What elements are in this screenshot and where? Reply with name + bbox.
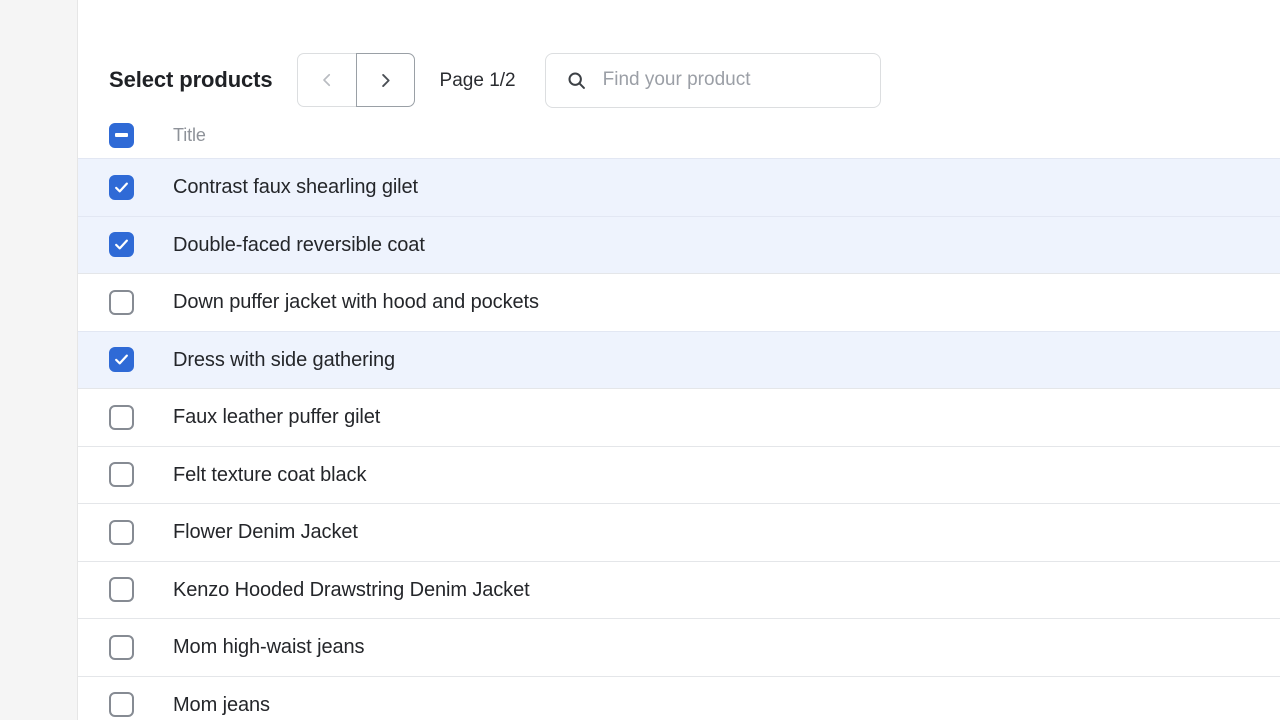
row-checkbox[interactable]: [109, 577, 134, 603]
row-checkbox-cell: [109, 404, 173, 430]
row-checkbox-cell: [109, 289, 173, 315]
minus-icon: [115, 133, 128, 137]
row-title: Flower Denim Jacket: [173, 521, 358, 544]
table-row[interactable]: Down puffer jacket with hood and pockets: [78, 273, 1280, 331]
row-checkbox[interactable]: [109, 519, 134, 545]
row-checkbox-cell: [109, 577, 173, 603]
row-checkbox-cell: [109, 347, 173, 373]
row-checkbox[interactable]: [109, 174, 134, 200]
row-title: Kenzo Hooded Drawstring Denim Jacket: [173, 578, 530, 601]
row-checkbox[interactable]: [109, 462, 134, 488]
table-row[interactable]: Contrast faux shearling gilet: [78, 158, 1280, 216]
check-icon: [113, 236, 130, 253]
table-row[interactable]: Kenzo Hooded Drawstring Denim Jacket: [78, 560, 1280, 618]
search-input[interactable]: [602, 69, 866, 91]
row-checkbox[interactable]: [109, 289, 134, 315]
pagination-control: [296, 53, 415, 107]
table-row[interactable]: Mom jeans: [78, 675, 1280, 720]
row-checkbox-cell: [109, 462, 173, 488]
select-all-checkbox[interactable]: [109, 122, 134, 148]
chevron-left-icon: [318, 71, 336, 89]
table-body: Contrast faux shearling gilet Double-face…: [78, 158, 1280, 720]
table-header-row: Title: [78, 112, 1280, 158]
select-all-cell: [109, 122, 173, 148]
row-checkbox[interactable]: [109, 232, 134, 258]
row-checkbox-cell: [109, 232, 173, 258]
toolbar: Select products Page 1/2 Find your produ…: [78, 48, 1280, 112]
search-icon: [566, 70, 587, 91]
row-title: Contrast faux shearling gilet: [173, 176, 419, 199]
check-icon: [113, 351, 130, 368]
row-title: Felt texture coat black: [173, 463, 367, 486]
prev-page-button[interactable]: [296, 53, 356, 107]
row-checkbox-cell: [109, 174, 173, 200]
table-row[interactable]: Double-faced reversible coat: [78, 215, 1280, 273]
row-title: Double-faced reversible coat: [173, 233, 425, 256]
left-rail: [0, 0, 78, 720]
row-checkbox[interactable]: [109, 692, 134, 718]
check-icon: [113, 179, 130, 196]
row-title: Mom high-waist jeans: [173, 636, 365, 659]
chevron-right-icon: [376, 71, 395, 90]
page-title: Select products: [109, 67, 273, 92]
search-box[interactable]: [544, 52, 881, 108]
row-title: Mom jeans: [173, 693, 270, 716]
page-indicator: Page 1/2: [439, 69, 516, 91]
next-page-button[interactable]: [355, 53, 415, 107]
table-row[interactable]: Dress with side gathering: [78, 330, 1280, 388]
table-row[interactable]: Faux leather puffer gilet: [78, 388, 1280, 446]
column-header-title: Title: [173, 125, 206, 145]
row-checkbox[interactable]: [109, 347, 134, 373]
row-title: Down puffer jacket with hood and pockets: [173, 291, 539, 314]
row-checkbox-cell: [109, 692, 173, 718]
table-row[interactable]: Felt texture coat black: [78, 445, 1280, 503]
row-checkbox-cell: [109, 634, 173, 660]
row-title: Dress with side gathering: [173, 348, 396, 371]
products-table: Title Contrast faux shearling gilet Doubl…: [78, 112, 1280, 720]
table-row[interactable]: Flower Denim Jacket: [78, 503, 1280, 561]
row-checkbox-cell: [109, 519, 173, 545]
row-checkbox[interactable]: [109, 634, 134, 660]
row-checkbox[interactable]: [109, 404, 134, 430]
row-title: Faux leather puffer gilet: [173, 406, 381, 429]
table-row[interactable]: Mom high-waist jeans: [78, 618, 1280, 676]
product-selector-panel: Select products Page 1/2 Find your produ…: [78, 0, 1280, 720]
app-root: Select products Page 1/2 Find your produ…: [0, 0, 1280, 720]
